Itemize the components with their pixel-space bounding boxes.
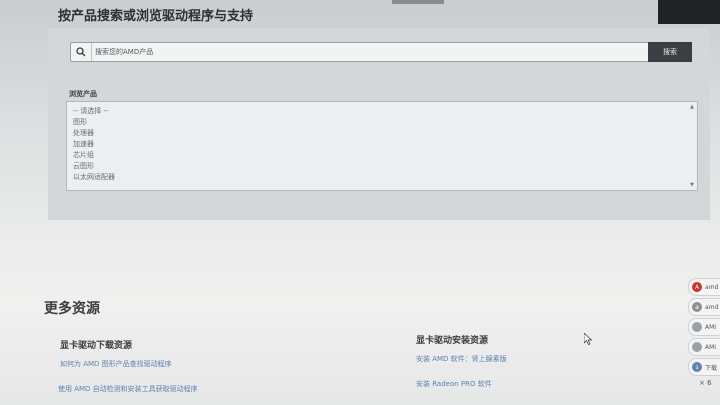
browse-products-label: 浏览产品: [69, 90, 97, 98]
link-install-radeon-pro[interactable]: 安装 Radeon PRO 软件: [416, 379, 492, 389]
side-tab-ami-1[interactable]: AMI: [688, 318, 720, 336]
search-bar[interactable]: [70, 42, 650, 62]
product-option-accelerators[interactable]: 加速器: [73, 139, 697, 150]
download-icon: ↓: [692, 362, 702, 372]
page-title: 按产品搜索或浏览驱动程序与支持: [58, 9, 254, 24]
product-option-processors[interactable]: 处理器: [73, 128, 697, 139]
link-find-graphics-driver[interactable]: 如何为 AMD 图形产品查找驱动程序: [60, 359, 172, 369]
side-tab-label: amd: [705, 303, 719, 311]
product-option-chipsets[interactable]: 芯片组: [73, 150, 697, 161]
side-tab-amd-1[interactable]: A amd: [688, 278, 720, 296]
page-icon: [692, 322, 702, 332]
product-option-cloud-graphics[interactable]: 云图形: [73, 161, 697, 172]
search-input[interactable]: [95, 44, 635, 59]
product-select-list[interactable]: -- 请选择 -- 图形 处理器 加速器 芯片组 云图形 以太网适配器 ▲ ▼: [66, 101, 698, 191]
amd-red-icon: A: [692, 282, 702, 292]
side-misc-text: × 6: [699, 379, 712, 387]
install-resources-title: 显卡驱动安装资源: [416, 336, 489, 346]
browser-edge: [392, 0, 444, 4]
search-panel: 搜索 浏览产品 -- 请选择 -- 图形 处理器 加速器 芯片组 云图形 以太网…: [48, 28, 710, 220]
mouse-cursor-icon: [584, 333, 592, 345]
amd-gray-icon: a: [692, 302, 702, 312]
more-resources-title: 更多资源: [44, 301, 100, 317]
side-tab-label: AMI: [705, 343, 717, 351]
search-button[interactable]: 搜索: [648, 42, 692, 62]
scroll-down-icon[interactable]: ▼: [690, 182, 694, 188]
side-tab-ami-2[interactable]: AMI: [688, 338, 720, 356]
side-tab-amd-2[interactable]: a amd: [688, 298, 720, 316]
page-icon: [692, 342, 702, 352]
link-install-adrenalin[interactable]: 安装 AMD 软件：肾上腺素版: [416, 354, 507, 364]
product-option-graphics[interactable]: 图形: [73, 117, 697, 128]
side-tab-label: AMI: [705, 323, 717, 331]
product-option-ethernet[interactable]: 以太网适配器: [73, 172, 697, 183]
download-resources-title: 显卡驱动下载资源: [60, 341, 133, 351]
link-auto-detect-tool[interactable]: 使用 AMD 自动检测和安装工具获取驱动程序: [58, 384, 198, 394]
screen-corner: [658, 0, 720, 24]
side-tab-download[interactable]: ↓ 下载: [688, 358, 720, 376]
scroll-up-icon[interactable]: ▲: [690, 104, 694, 110]
side-tab-label: amd: [705, 283, 719, 291]
side-tab-label: 下载: [705, 364, 718, 372]
product-option-placeholder[interactable]: -- 请选择 --: [73, 106, 697, 117]
search-icon[interactable]: [71, 43, 92, 61]
